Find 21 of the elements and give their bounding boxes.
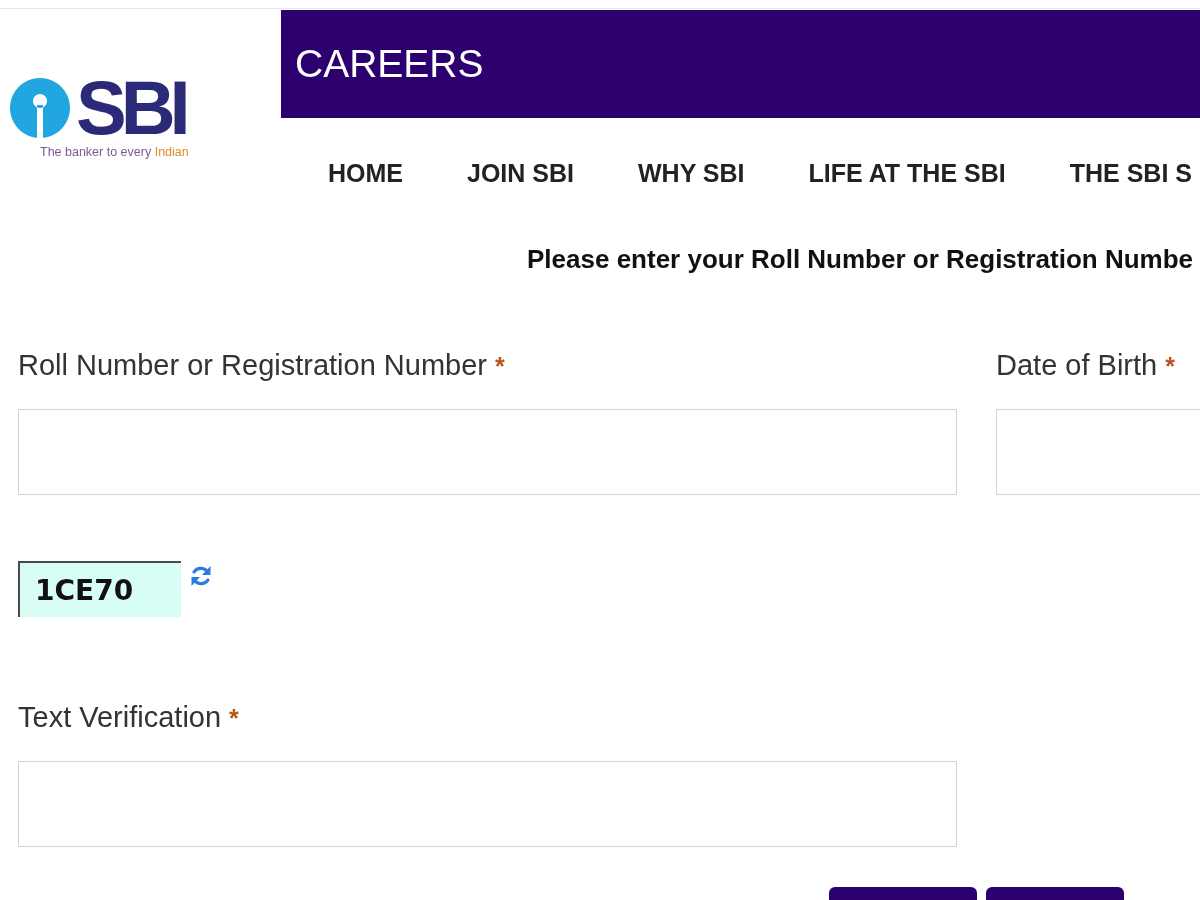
field-label: Text Verification [18, 701, 222, 733]
field-label: Roll Number or Registration Number [18, 349, 487, 381]
refresh-icon[interactable] [189, 564, 213, 588]
captcha-code: 1CE70 [18, 561, 181, 617]
nav-link[interactable]: HOME [328, 158, 403, 188]
nav-link[interactable]: WHY SBI [638, 158, 745, 188]
keyhole-icon [10, 78, 70, 138]
input-field[interactable] [996, 409, 1200, 495]
required-mark: * [1165, 352, 1175, 380]
nav-link[interactable]: JOIN SBI [467, 158, 574, 188]
header-title: CAREERS [295, 41, 484, 87]
required-mark: * [495, 352, 505, 380]
nav-link[interactable]: THE SBI S [1069, 158, 1192, 188]
required-mark: * [229, 704, 239, 732]
input-field[interactable] [18, 409, 957, 495]
logo-tagline: The banker to every Indian [40, 145, 189, 159]
field-label: Date of Birth [996, 349, 1158, 381]
input-field[interactable] [18, 761, 957, 847]
nav-link[interactable]: LIFE AT THE SBI [808, 158, 1006, 188]
instruction-text: Please enter your Roll Number or Registration Numbe [527, 244, 1194, 274]
logo-text: SBI [76, 78, 185, 138]
